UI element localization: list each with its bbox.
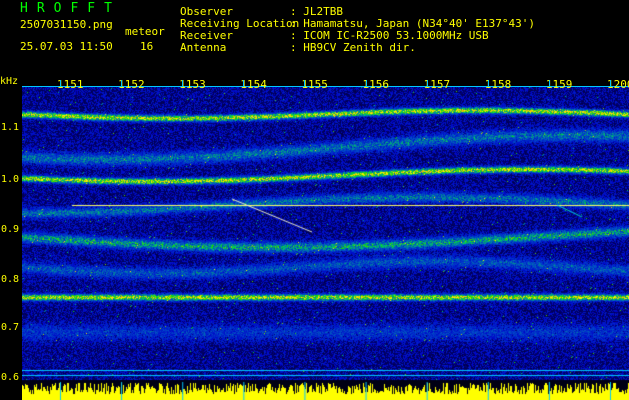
time-tick [610, 80, 611, 87]
freq-tick-label: 0.7 [1, 322, 20, 333]
freq-tick-label: 0.6 [1, 372, 20, 383]
antenna-label: Antenna [180, 41, 227, 54]
time-tick [304, 80, 306, 87]
time-tick [365, 80, 367, 87]
freq-tick-label: 1.1 [1, 122, 20, 133]
time-tick [487, 80, 489, 87]
time-tick [426, 80, 428, 87]
header-panel: HROFFT 2507031150.png 25.07.03 11:50 met… [0, 0, 629, 70]
time-tick [243, 80, 245, 87]
freq-tick-label: 1.0 [1, 174, 20, 185]
app-logo: HROFFT [20, 1, 121, 16]
freq-tick-label: 0.8 [1, 274, 20, 285]
mode-label: meteor [125, 25, 165, 38]
time-tick [182, 80, 184, 87]
time-tick [60, 80, 61, 87]
time-tick [121, 80, 123, 87]
antenna-value: : HB9CV Zenith dir. [290, 41, 416, 54]
filename: 2507031150.png [20, 18, 113, 31]
freq-tick-label: 0.9 [1, 224, 20, 235]
spectrogram-canvas [22, 87, 629, 400]
timestamp: 25.07.03 11:50 [20, 40, 113, 53]
time-tick [548, 80, 550, 87]
spectrogram-panel [22, 87, 629, 400]
meteor-count: 16 [140, 40, 154, 53]
